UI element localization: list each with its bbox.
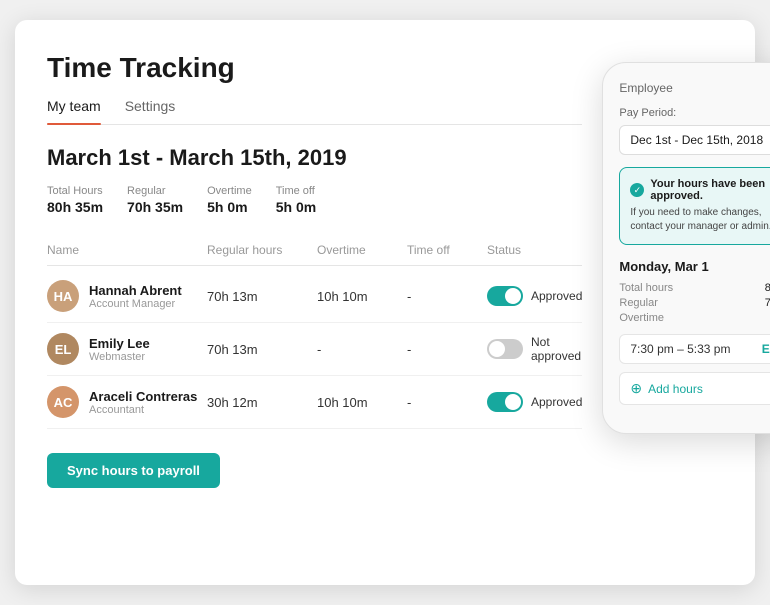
stat-overtime: Overtime 1h: [619, 312, 770, 324]
summary-row: Total Hours 80h 35m Regular 70h 35m Over…: [47, 185, 582, 215]
table-header: Name Regular hours Overtime Time off Sta…: [47, 235, 582, 266]
status-cell: Approved: [487, 286, 582, 306]
tab-settings[interactable]: Settings: [125, 98, 176, 124]
employee-cell: EL Emily Lee Webmaster: [47, 333, 207, 365]
plus-icon: ⊕: [630, 380, 642, 397]
avatar: AC: [47, 386, 79, 418]
day-stats: Total hours 8h 3m Regular 7h 3m Overtime…: [619, 282, 770, 324]
stat-regular: Regular 7h 3m: [619, 297, 770, 309]
table-row: AC Araceli Contreras Accountant 30h 12m …: [47, 376, 582, 429]
tabs-bar: My team Settings: [47, 98, 582, 125]
toggle-emily[interactable]: [487, 339, 523, 359]
summary-regular: Regular 70h 35m: [127, 185, 183, 215]
add-hours-button[interactable]: ⊕ Add hours: [619, 372, 770, 405]
col-name: Name: [47, 243, 207, 257]
tab-my-team[interactable]: My team: [47, 98, 101, 124]
col-time-off: Time off: [407, 243, 487, 257]
phone-header: Employee ...: [619, 79, 770, 97]
table-row: HA Hannah Abrent Account Manager 70h 13m…: [47, 270, 582, 323]
employee-cell: AC Araceli Contreras Accountant: [47, 386, 207, 418]
main-container: Time Tracking My team Settings March 1st…: [15, 20, 755, 585]
summary-time-off: Time off 5h 0m: [276, 185, 316, 215]
summary-overtime: Overtime 5h 0m: [207, 185, 252, 215]
time-entry-row: 7:30 pm – 5:33 pm Edit: [619, 334, 770, 364]
col-overtime: Overtime: [317, 243, 407, 257]
edit-link[interactable]: Edit: [762, 342, 770, 356]
left-panel: Time Tracking My team Settings March 1st…: [47, 52, 602, 553]
status-cell: Not approved: [487, 335, 582, 363]
col-regular: Regular hours: [207, 243, 317, 257]
approved-header: ✓ Your hours have been approved.: [630, 178, 770, 202]
page-title: Time Tracking: [47, 52, 582, 84]
status-cell: Approved: [487, 392, 582, 412]
table-row: EL Emily Lee Webmaster 70h 13m - - Not a…: [47, 323, 582, 376]
stat-total-hours: Total hours 8h 3m: [619, 282, 770, 294]
check-icon: ✓: [630, 183, 644, 197]
toggle-hannah[interactable]: [487, 286, 523, 306]
phone-container: Employee ... Pay Period: Dec 1st - Dec 1…: [602, 52, 770, 553]
pay-period-select[interactable]: Dec 1st - Dec 15th, 2018 ▾: [619, 125, 770, 155]
col-status: Status: [487, 243, 582, 257]
day-section: Monday, Mar 1 Total hours 8h 3m Regular …: [619, 259, 770, 405]
toggle-araceli[interactable]: [487, 392, 523, 412]
avatar: EL: [47, 333, 79, 365]
phone-mockup: Employee ... Pay Period: Dec 1st - Dec 1…: [602, 62, 770, 434]
employee-cell: HA Hannah Abrent Account Manager: [47, 280, 207, 312]
avatar: HA: [47, 280, 79, 312]
approved-box: ✓ Your hours have been approved. If you …: [619, 167, 770, 245]
summary-total-hours: Total Hours 80h 35m: [47, 185, 103, 215]
date-range: March 1st - March 15th, 2019: [47, 145, 582, 171]
sync-button[interactable]: Sync hours to payroll: [47, 453, 220, 488]
